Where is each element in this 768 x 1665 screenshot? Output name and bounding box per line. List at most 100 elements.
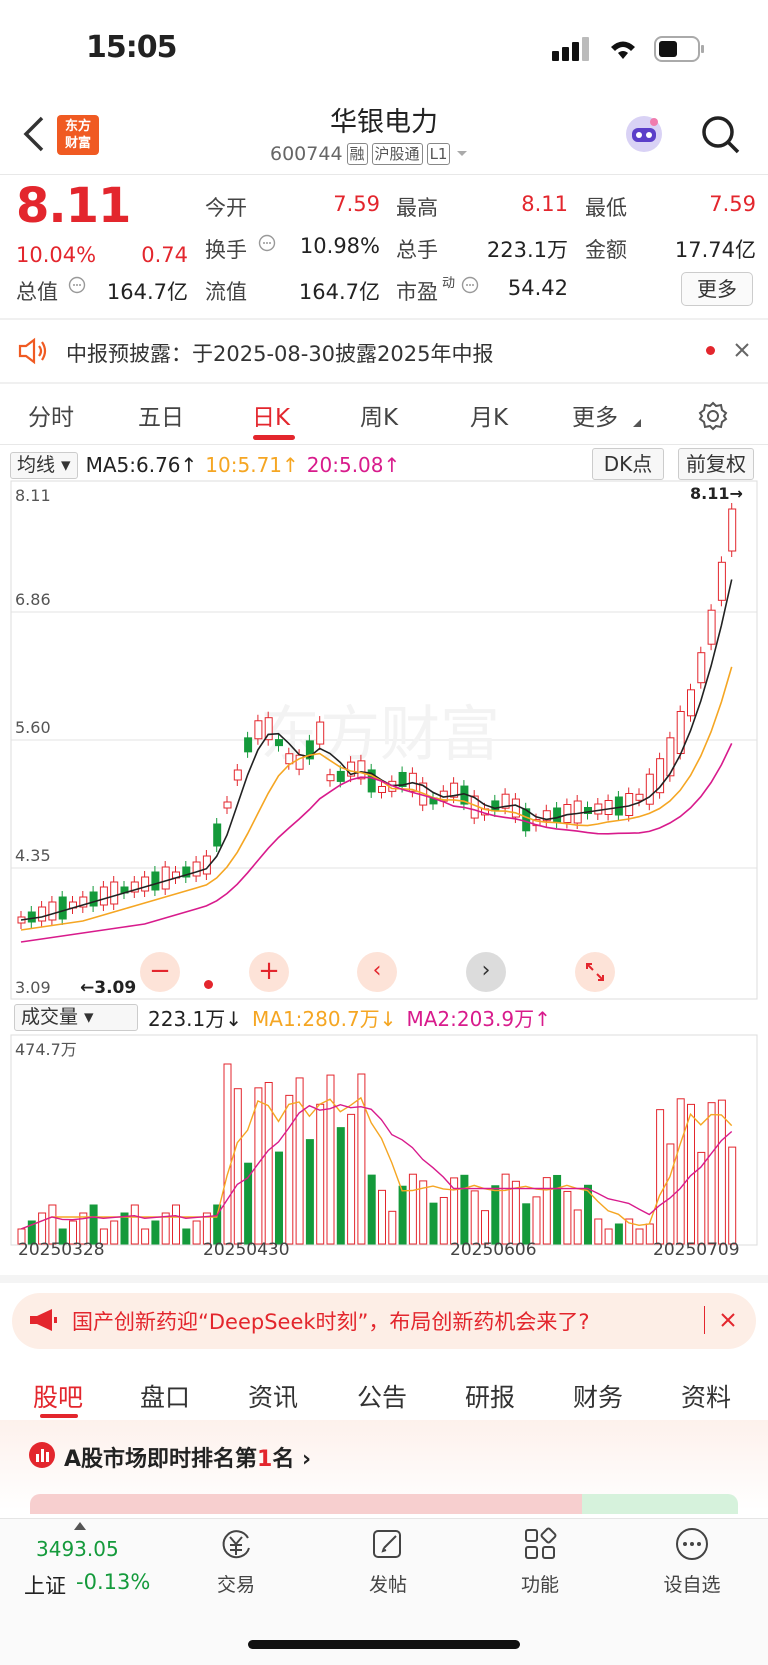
tab-more[interactable]: 更多 [572,398,618,432]
low-price-mark: ←3.09 [80,978,137,998]
index-value[interactable]: 3493.05 [36,1537,119,1561]
volume-bar [305,1139,314,1245]
adjust-button[interactable]: 前复权 [678,448,754,480]
candle [58,896,67,920]
turnover-value: 10.98% [299,234,380,258]
volume-bar [594,1218,603,1245]
candle [161,866,170,890]
dk-point-button[interactable]: DK点 [592,448,664,480]
candle [717,561,726,601]
tab-profile[interactable]: 资料 [681,1378,731,1414]
y-label-bottom: 3.09 [15,978,51,997]
volume-bar [707,1102,716,1245]
rank-text[interactable]: A股市场即时排名第1名 › [64,1441,311,1473]
gear-icon[interactable] [697,400,729,432]
volume-bar [367,1174,376,1245]
candle [27,911,36,923]
caret-up-icon [74,1522,86,1530]
volume-chart[interactable] [10,1034,758,1246]
tab-news[interactable]: 资讯 [248,1378,298,1414]
ma5-value: MA5:6.76↑ [85,453,198,477]
candle [553,807,562,823]
tab-research[interactable]: 研报 [465,1378,515,1414]
watchlist-icon[interactable] [674,1526,710,1562]
volume-bar [275,1151,283,1245]
tab-intraday[interactable]: 分时 [28,398,74,432]
functions-icon[interactable] [522,1526,558,1562]
date-label-4: 20250709 [653,1240,740,1260]
next-button[interactable]: › [466,952,506,992]
volume-bar [656,1109,665,1245]
volume-bar [522,1203,531,1245]
post-label[interactable]: 发帖 [338,1570,438,1597]
tab-active-indicator [253,435,295,440]
float-label: 流值 [205,280,247,304]
tab-announcements[interactable]: 公告 [357,1378,407,1414]
close-icon[interactable] [720,1312,736,1328]
volume-bar [244,1162,253,1245]
home-indicator [248,1640,520,1649]
record-dot[interactable] [204,980,213,989]
candle [285,753,294,765]
tab-weekly-k[interactable]: 周K [360,398,398,432]
zoom-out-button[interactable]: − [140,952,180,992]
volume-bar [573,1209,582,1245]
volume-bar [192,1220,201,1245]
news-banner-text[interactable]: 国产创新药迎“DeepSeek时刻”，布局创新药机会来了? [72,1306,590,1336]
stock-code: 600744 [270,143,343,165]
candle [378,785,386,793]
watchlist-label[interactable]: 设自选 [642,1570,742,1597]
volume-bar [336,1127,345,1245]
tag-margin: 融 [346,143,368,165]
functions-label[interactable]: 功能 [490,1570,590,1597]
candle [223,801,232,809]
ma20-value: 20:5.08↑ [306,453,401,477]
volume-bar [110,1220,119,1245]
volume-bar [141,1228,150,1245]
volume-current: 223.1万↓ [148,1007,243,1031]
volume-bar [604,1228,613,1245]
candle [275,739,283,747]
change-amount: 0.74 [141,243,188,267]
candle [110,881,119,905]
trade-icon[interactable] [218,1526,254,1562]
tab-forum[interactable]: 股吧 [33,1378,83,1414]
trade-label[interactable]: 交易 [186,1570,286,1597]
tab-financials[interactable]: 财务 [573,1378,623,1414]
tag-connect: 沪股通 [371,143,423,165]
tab-orderbook[interactable]: 盘口 [140,1378,190,1414]
search-icon[interactable] [700,114,742,156]
info-icon[interactable] [258,234,276,252]
fullscreen-icon[interactable] [575,952,615,992]
candle [357,760,366,780]
tab-daily-k[interactable]: 日K [252,398,290,432]
info-icon[interactable] [461,276,479,294]
kline-chart[interactable]: 东方财富 [10,480,758,1000]
info-icon[interactable] [68,276,86,294]
volume-select[interactable]: 成交量 ▾ [14,1004,138,1031]
volume-bar [316,1103,325,1245]
volume-bar [408,1173,417,1245]
speaker-icon [18,337,47,365]
y-label-top: 8.11 [15,486,51,505]
stock-code-row: 600744 融 沪股通 L1 [270,143,470,165]
notice-text[interactable]: 中报预披露：于2025-08-30披露2025年中报 [66,338,493,368]
volume-bar [666,1143,675,1245]
post-icon[interactable] [370,1526,406,1562]
robot-avatar-icon[interactable] [622,112,666,156]
dropdown-icon[interactable] [454,148,470,160]
tab-monthly-k[interactable]: 月K [470,398,508,432]
megaphone-icon [30,1309,57,1331]
candle [491,800,500,812]
tab-five-day[interactable]: 五日 [138,398,184,432]
volume-bar [614,1223,623,1245]
prev-button[interactable]: ‹ [357,952,397,992]
more-button[interactable]: 更多 [681,272,753,306]
close-icon[interactable] [734,342,750,358]
ma-select[interactable]: 均线 ▾ [10,451,78,479]
amount-label: 金额 [585,238,627,262]
amount-value: 17.74亿 [674,238,756,262]
volume-bar [285,1094,294,1245]
zoom-in-button[interactable]: + [249,952,289,992]
volume-bar [429,1202,438,1245]
